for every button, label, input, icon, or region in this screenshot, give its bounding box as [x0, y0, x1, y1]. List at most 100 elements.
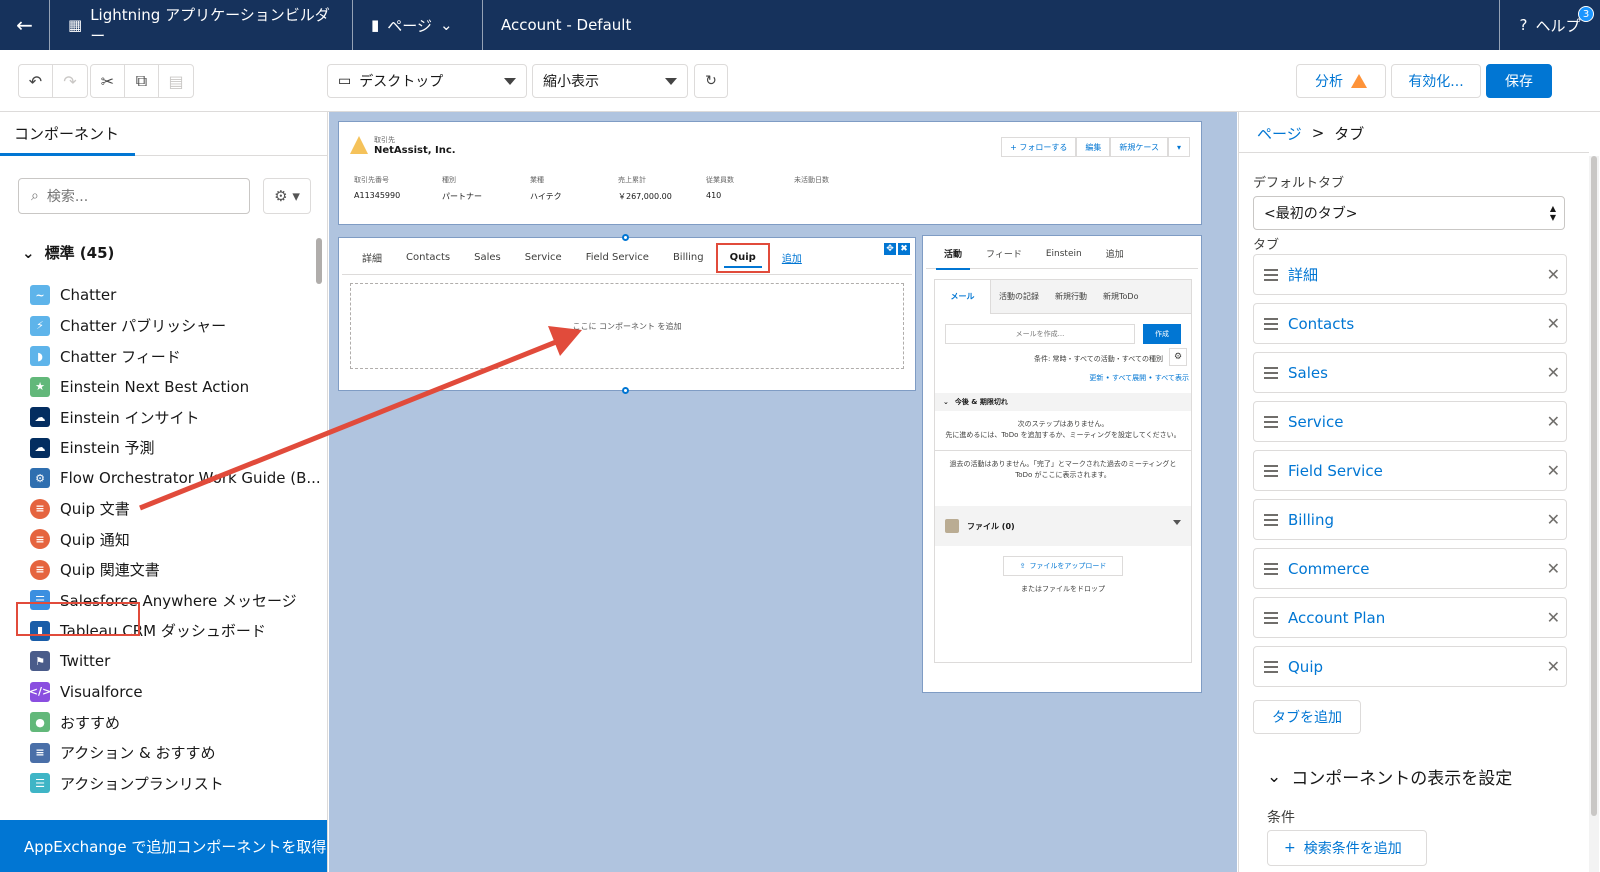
component-item[interactable]: ≡ Quip 文書	[30, 494, 310, 525]
cut-icon[interactable]: ✂	[91, 65, 125, 97]
drop-zone[interactable]: ここに コンポーネント を追加	[350, 283, 904, 369]
back-button[interactable]: ←	[0, 0, 50, 50]
zoom-select[interactable]: 縮小表示	[532, 64, 688, 98]
component-item[interactable]: ⚡ Chatter パブリッシャー	[30, 311, 310, 342]
scrollbar[interactable]	[1589, 156, 1599, 872]
component-item[interactable]: ● おすすめ	[30, 707, 310, 738]
settings-menu-button[interactable]: ⚙ ▾	[263, 178, 311, 214]
save-button[interactable]: 保存	[1486, 64, 1552, 98]
activity-component[interactable]: 活動 フィード Einstein 追加 メール 活動の記録 新規行動 新規ToDo メールを…	[922, 235, 1202, 693]
drag-handle-icon[interactable]	[1264, 317, 1278, 330]
component-item[interactable]: ◗ Chatter フィード	[30, 341, 310, 372]
paste-icon[interactable]: ▤	[159, 65, 193, 97]
close-icon[interactable]: ✕	[1547, 657, 1560, 676]
tab-item-sales[interactable]: Sales ✕	[1253, 352, 1567, 393]
component-item[interactable]: ⚙ Flow Orchestrator Work Guide (B...	[30, 463, 321, 494]
drag-handle-icon[interactable]	[1264, 562, 1278, 575]
activity-tab[interactable]: 追加	[1098, 247, 1132, 260]
drag-handle-icon[interactable]	[1264, 464, 1278, 477]
delete-icon[interactable]: ✖	[898, 243, 910, 255]
chevron-down-icon[interactable]: ▾	[1167, 137, 1190, 157]
component-item[interactable]: ≡ Quip 通知	[30, 524, 310, 555]
component-item[interactable]: ☁ Einstein インサイト	[30, 402, 310, 433]
record-action-button[interactable]: 新規ケース	[1110, 137, 1168, 157]
drag-handle-icon[interactable]	[1264, 268, 1278, 281]
canvas-tab-contacts[interactable]: Contacts	[394, 241, 462, 275]
resize-handle-bottom[interactable]	[622, 387, 629, 394]
canvas-tab-service[interactable]: Service	[513, 241, 574, 275]
redo-icon[interactable]: ↷	[53, 65, 87, 97]
component-item[interactable]: ☁ Einstein 予測	[30, 433, 310, 464]
activity-subtab[interactable]: 新規ToDo	[1095, 280, 1146, 314]
close-icon[interactable]: ✕	[1547, 608, 1560, 627]
canvas-tab-billing[interactable]: Billing	[661, 241, 716, 275]
tab-item-service[interactable]: Service ✕	[1253, 401, 1567, 442]
tab-item-item[interactable]: 詳細 ✕	[1253, 254, 1567, 295]
help-button[interactable]: ? ヘルプ 3	[1500, 0, 1600, 50]
activity-tab[interactable]: Einstein	[1038, 249, 1090, 259]
activity-tab[interactable]: フィード	[978, 247, 1030, 260]
activity-tab[interactable]: 活動	[936, 247, 971, 270]
activity-subtab[interactable]: 活動の記録	[991, 280, 1047, 314]
activate-button[interactable]: 有効化...	[1391, 64, 1481, 98]
canvas-tab-more[interactable]: 追加	[770, 241, 814, 275]
analyze-button[interactable]: 分析	[1296, 64, 1386, 98]
component-item[interactable]: ⚑ Twitter	[30, 646, 310, 677]
activity-subtab[interactable]: 新規行動	[1047, 280, 1095, 314]
drag-handle-icon[interactable]	[1264, 611, 1278, 624]
close-icon[interactable]: ✕	[1547, 461, 1560, 480]
search-input[interactable]: ⌕ 検索...	[18, 178, 250, 214]
tab-components[interactable]: コンポーネント	[0, 112, 327, 156]
drag-handle-icon[interactable]	[1264, 415, 1278, 428]
canvas-tab-sales[interactable]: Sales	[462, 241, 513, 275]
section-standard[interactable]: ⌄ 標準 (45)	[22, 242, 114, 263]
email-compose-input[interactable]: メールを作成...	[945, 324, 1135, 344]
tab-item-billing[interactable]: Billing ✕	[1253, 499, 1567, 540]
add-tab-button[interactable]: タブを追加	[1253, 700, 1361, 734]
tabs-component[interactable]: 詳細 Contacts Sales Service Field Service Billi…	[338, 234, 916, 394]
close-icon[interactable]: ✕	[1547, 314, 1560, 333]
activity-links[interactable]: 更新 • すべて展開 • すべて表示	[935, 364, 1191, 383]
tab-item-quip[interactable]: Quip ✕	[1253, 646, 1567, 687]
add-filter-button[interactable]: + 検索条件を追加	[1267, 830, 1427, 866]
canvas-tab-quip[interactable]: Quip	[715, 242, 770, 273]
page-menu-button[interactable]: ▮ ページ ⌄	[353, 0, 483, 50]
refresh-button[interactable]: ↻	[694, 64, 728, 98]
resize-handle-top[interactable]	[622, 234, 629, 241]
copy-icon[interactable]: ⧉	[125, 65, 159, 97]
drag-handle-icon[interactable]	[1264, 660, 1278, 673]
upload-files-button[interactable]: ⇪ ファイルをアップロード	[1003, 556, 1123, 576]
component-item[interactable]: ≡ アクション & おすすめ	[30, 738, 310, 769]
tab-item-contacts[interactable]: Contacts ✕	[1253, 303, 1567, 344]
close-icon[interactable]: ✕	[1547, 265, 1560, 284]
drag-handle-icon[interactable]	[1264, 366, 1278, 379]
close-icon[interactable]: ✕	[1547, 510, 1560, 529]
component-item[interactable]: </> Visualforce	[29, 677, 310, 708]
tab-item-account-plan[interactable]: Account Plan ✕	[1253, 597, 1567, 638]
upcoming-section[interactable]: ⌄ 今後 & 期限切れ	[935, 393, 1191, 411]
tab-item-field-service[interactable]: Field Service ✕	[1253, 450, 1567, 491]
scrollbar[interactable]	[316, 238, 322, 284]
canvas-tab-field-service[interactable]: Field Service	[574, 241, 661, 275]
breadcrumb-page-link[interactable]: ページ	[1257, 123, 1302, 144]
drag-handle-icon[interactable]	[1264, 513, 1278, 526]
tab-item-commerce[interactable]: Commerce ✕	[1253, 548, 1567, 589]
component-item[interactable]: ~ Chatter	[30, 280, 310, 311]
undo-icon[interactable]: ↶	[19, 65, 53, 97]
compose-button[interactable]: 作成	[1143, 324, 1181, 344]
default-tab-select[interactable]: <最初のタブ> ▲ ▼	[1253, 196, 1565, 230]
caret-down-icon[interactable]	[1173, 520, 1181, 525]
gear-icon[interactable]: ⚙	[1169, 348, 1187, 366]
device-select[interactable]: ▭ デスクトップ	[327, 64, 527, 98]
record-action-button[interactable]: + フォローする	[1001, 137, 1077, 157]
close-icon[interactable]: ✕	[1547, 559, 1560, 578]
appexchange-button[interactable]: AppExchange で追加コンポーネントを取得	[0, 820, 327, 872]
activity-subtab[interactable]: メール	[935, 279, 991, 314]
close-icon[interactable]: ✕	[1547, 363, 1560, 382]
move-icon[interactable]: ✥	[884, 243, 896, 255]
component-item[interactable]: ☰ アクションプランリスト	[30, 768, 310, 799]
component-item[interactable]: ≡ Quip 関連文書	[30, 555, 310, 586]
canvas-tab-item[interactable]: 詳細	[350, 241, 394, 275]
visibility-section[interactable]: ⌄ コンポーネントの表示を設定	[1267, 764, 1512, 790]
component-item[interactable]: ★ Einstein Next Best Action	[30, 372, 310, 403]
